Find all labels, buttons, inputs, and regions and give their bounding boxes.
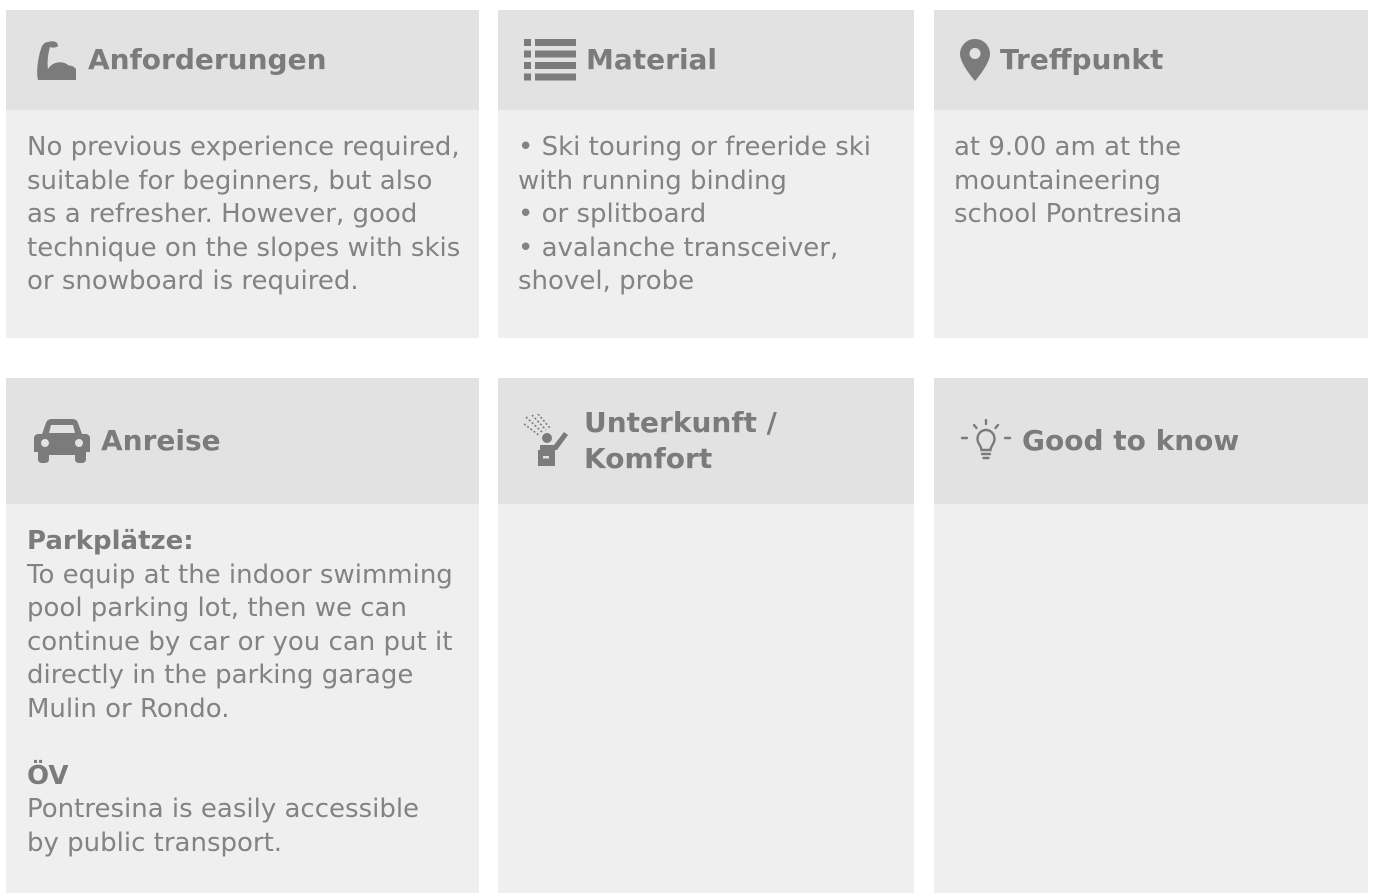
- material-item: • or splitboard: [518, 199, 707, 230]
- card-title: Good to know: [1022, 424, 1240, 457]
- card-header-anreise: Anreise: [6, 378, 479, 504]
- map-pin-icon: [960, 39, 990, 81]
- transit-heading: ÖV: [27, 760, 69, 791]
- shower-icon: [524, 414, 574, 468]
- card-unterkunft: Unterkunft / Komfort: [498, 378, 914, 893]
- card-body-anforderungen: No previous experience required, suitabl…: [6, 131, 479, 299]
- requirements-text: No previous experience required, suitabl…: [27, 132, 461, 297]
- flexed-bicep-icon: [34, 38, 78, 82]
- card-header-anforderungen: Anforderungen: [6, 10, 479, 110]
- card-title-line: Unterkunft /: [584, 406, 777, 439]
- card-material: Material • Ski touring or freeride ski w…: [498, 10, 914, 338]
- car-icon: [33, 419, 91, 463]
- card-header-good-to-know: Good to know: [934, 378, 1368, 504]
- card-anforderungen: Anforderungen No previous experience req…: [6, 10, 479, 338]
- lightbulb-icon: [960, 419, 1012, 463]
- card-title: Unterkunft / Komfort: [584, 405, 777, 477]
- material-item: • Ski touring or freeride ski with runni…: [518, 132, 872, 196]
- card-header-material: Material: [498, 10, 914, 110]
- card-body-anreise: Parkplätze: To equip at the indoor swimm…: [6, 525, 479, 860]
- card-title: Anforderungen: [88, 43, 327, 76]
- card-anreise: Anreise Parkplätze: To equip at the indo…: [6, 378, 479, 893]
- card-treffpunkt: Treffpunkt at 9.00 am at the mountaineer…: [934, 10, 1368, 338]
- card-body-treffpunkt: at 9.00 am at the mountaineering school …: [934, 131, 1368, 232]
- card-title: Anreise: [101, 424, 221, 457]
- card-body-material: • Ski touring or freeride ski with runni…: [498, 131, 914, 299]
- card-header-unterkunft: Unterkunft / Komfort: [498, 378, 914, 504]
- card-title-line: Komfort: [584, 442, 713, 475]
- parking-text: To equip at the indoor swimming pool par…: [27, 559, 453, 724]
- parking-heading: Parkplätze:: [27, 526, 194, 556]
- transit-text: Pontresina is easily accessible by publi…: [27, 794, 420, 858]
- meeting-point-text: at 9.00 am at the mountaineering school …: [954, 132, 1183, 230]
- material-item: • avalanche transceiver, shovel, probe: [518, 232, 839, 297]
- list-icon: [524, 39, 576, 81]
- card-good-to-know: Good to know: [934, 378, 1368, 893]
- card-header-treffpunkt: Treffpunkt: [934, 10, 1368, 110]
- card-title: Treffpunkt: [1000, 43, 1164, 76]
- card-title: Material: [586, 43, 718, 76]
